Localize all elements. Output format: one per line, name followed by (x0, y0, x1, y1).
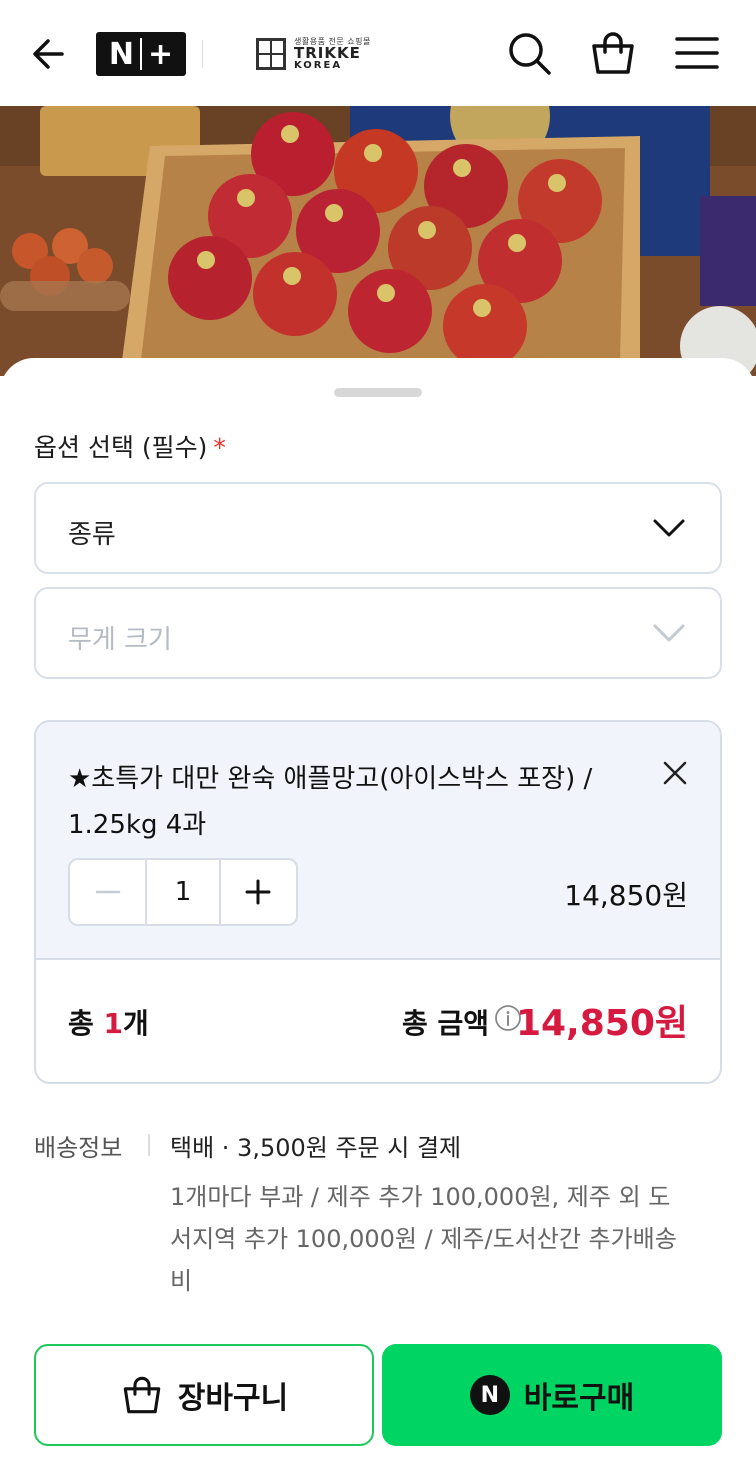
shopping-bag-icon (123, 1376, 161, 1414)
top-nav: N + 생활용품 전문 쇼핑몰 TRIKKE KOREA (0, 0, 756, 106)
seller-logo-mark-icon (256, 38, 286, 70)
add-to-cart-label: 장바구니 (177, 1381, 289, 1416)
npay-icon: N (469, 1375, 510, 1415)
total-count-prefix: 총 (68, 1007, 104, 1040)
total-count-suffix: 개 (123, 1007, 149, 1040)
seller-name: TRIKKE (294, 43, 361, 62)
increase-button[interactable] (221, 860, 296, 924)
close-icon[interactable] (660, 758, 690, 788)
hamburger-menu-icon[interactable] (672, 28, 722, 78)
minus-icon (95, 890, 120, 894)
option-select-type[interactable]: 종류 (34, 482, 722, 574)
required-mark: * (213, 433, 226, 462)
seller-logo[interactable]: 생활용품 전문 쇼핑몰 TRIKKE KOREA (256, 36, 371, 72)
selected-item-price: 14,850원 (564, 879, 688, 912)
total-amount-value: 14,850원 (515, 1003, 688, 1044)
decrease-button[interactable] (70, 860, 145, 924)
seller-name-sub: KOREA (294, 59, 343, 71)
option-select-type-label: 종류 (68, 520, 116, 550)
buy-now-button[interactable]: N 바로구매 (382, 1344, 722, 1446)
option-title-text: 옵션 선택 (필수) (34, 433, 208, 462)
option-select-weight[interactable]: 무게 크기 (34, 587, 722, 679)
shipping-info-label: 배송정보 (34, 1134, 123, 1162)
buy-now-label: 바로구매 (523, 1381, 635, 1416)
option-bottom-sheet: 옵션 선택 (필수) * 종류 무게 크기 ★초특가 대만 완숙 애플망고(아이스… (0, 358, 756, 1459)
option-select-weight-placeholder: 무게 크기 (68, 625, 172, 655)
shipping-divider (148, 1134, 150, 1156)
header-divider (202, 40, 203, 68)
total-amount-label: 총 금액 (402, 1007, 490, 1040)
product-image (0, 106, 756, 376)
selected-item-row: ★초특가 대만 완숙 애플망고(아이스박스 포장) / 1.25kg 4과 1 … (36, 722, 720, 960)
nplus-store-logo[interactable]: N + (96, 32, 186, 76)
sheet-drag-handle[interactable] (334, 388, 422, 397)
chevron-down-icon (653, 519, 685, 537)
plus-icon (245, 879, 271, 905)
add-to-cart-button[interactable]: 장바구니 (34, 1344, 374, 1446)
chevron-down-icon (653, 624, 685, 642)
total-count: 총 1개 (68, 1002, 149, 1042)
total-count-value: 1 (103, 1007, 123, 1040)
search-icon[interactable] (504, 28, 554, 78)
shipping-method: 택배 · 3,500원 주문 시 결제 (170, 1134, 462, 1162)
selected-item-name: ★초특가 대만 완숙 애플망고(아이스박스 포장) / 1.25kg 4과 (68, 764, 593, 840)
shipping-extra-note: 1개마다 부과 / 제주 추가 100,000원, 제주 외 도서지역 추가 1… (170, 1183, 677, 1295)
shopping-bag-icon[interactable] (588, 28, 638, 78)
option-section-title: 옵션 선택 (필수) * (34, 428, 226, 464)
quantity-stepper: 1 (68, 858, 298, 926)
back-arrow-icon[interactable] (28, 32, 72, 76)
quantity-value[interactable]: 1 (145, 860, 221, 924)
selected-option-card: ★초특가 대만 완숙 애플망고(아이스박스 포장) / 1.25kg 4과 1 … (34, 720, 722, 1084)
